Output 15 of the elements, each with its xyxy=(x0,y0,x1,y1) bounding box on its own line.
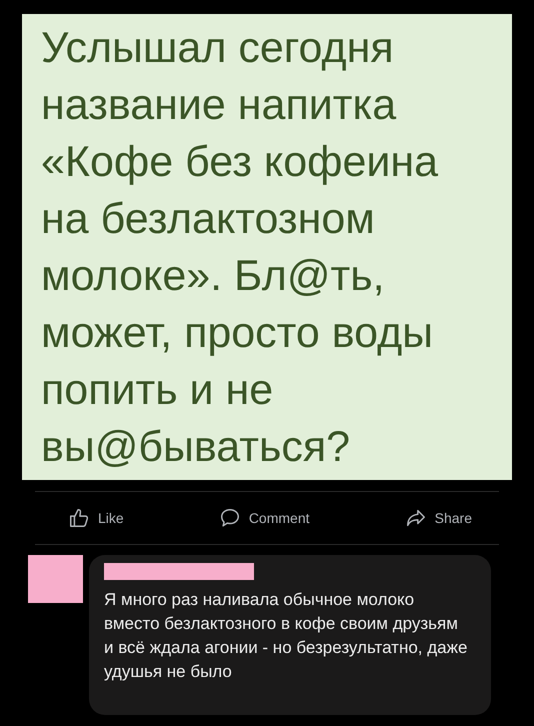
like-button[interactable]: Like xyxy=(68,507,124,529)
comment-button[interactable]: Comment xyxy=(218,507,310,529)
share-icon xyxy=(404,507,427,529)
caption-line: попить и не xyxy=(41,365,274,416)
caption-line: «Кофе без кофеина xyxy=(41,137,438,188)
caption-line: может, просто воды xyxy=(41,308,434,359)
caption-line: молоке». Бл@ть, xyxy=(41,251,385,302)
thumbs-up-icon xyxy=(68,507,90,529)
caption-line: вы@бываться? xyxy=(41,422,350,473)
share-button[interactable]: Share xyxy=(404,507,472,529)
caption-line: на безлактозном xyxy=(41,194,375,245)
comment-icon xyxy=(218,507,241,529)
caption-line: название напитка xyxy=(41,80,396,131)
caption-line: Услышал сегодня xyxy=(41,23,394,74)
comment-text: Я много раз наливала обычное молоко вместо безлактозного в кофе своим друзьям и всё ждала агонии - но безрезультатно, даже удушья не было xyxy=(104,589,468,683)
